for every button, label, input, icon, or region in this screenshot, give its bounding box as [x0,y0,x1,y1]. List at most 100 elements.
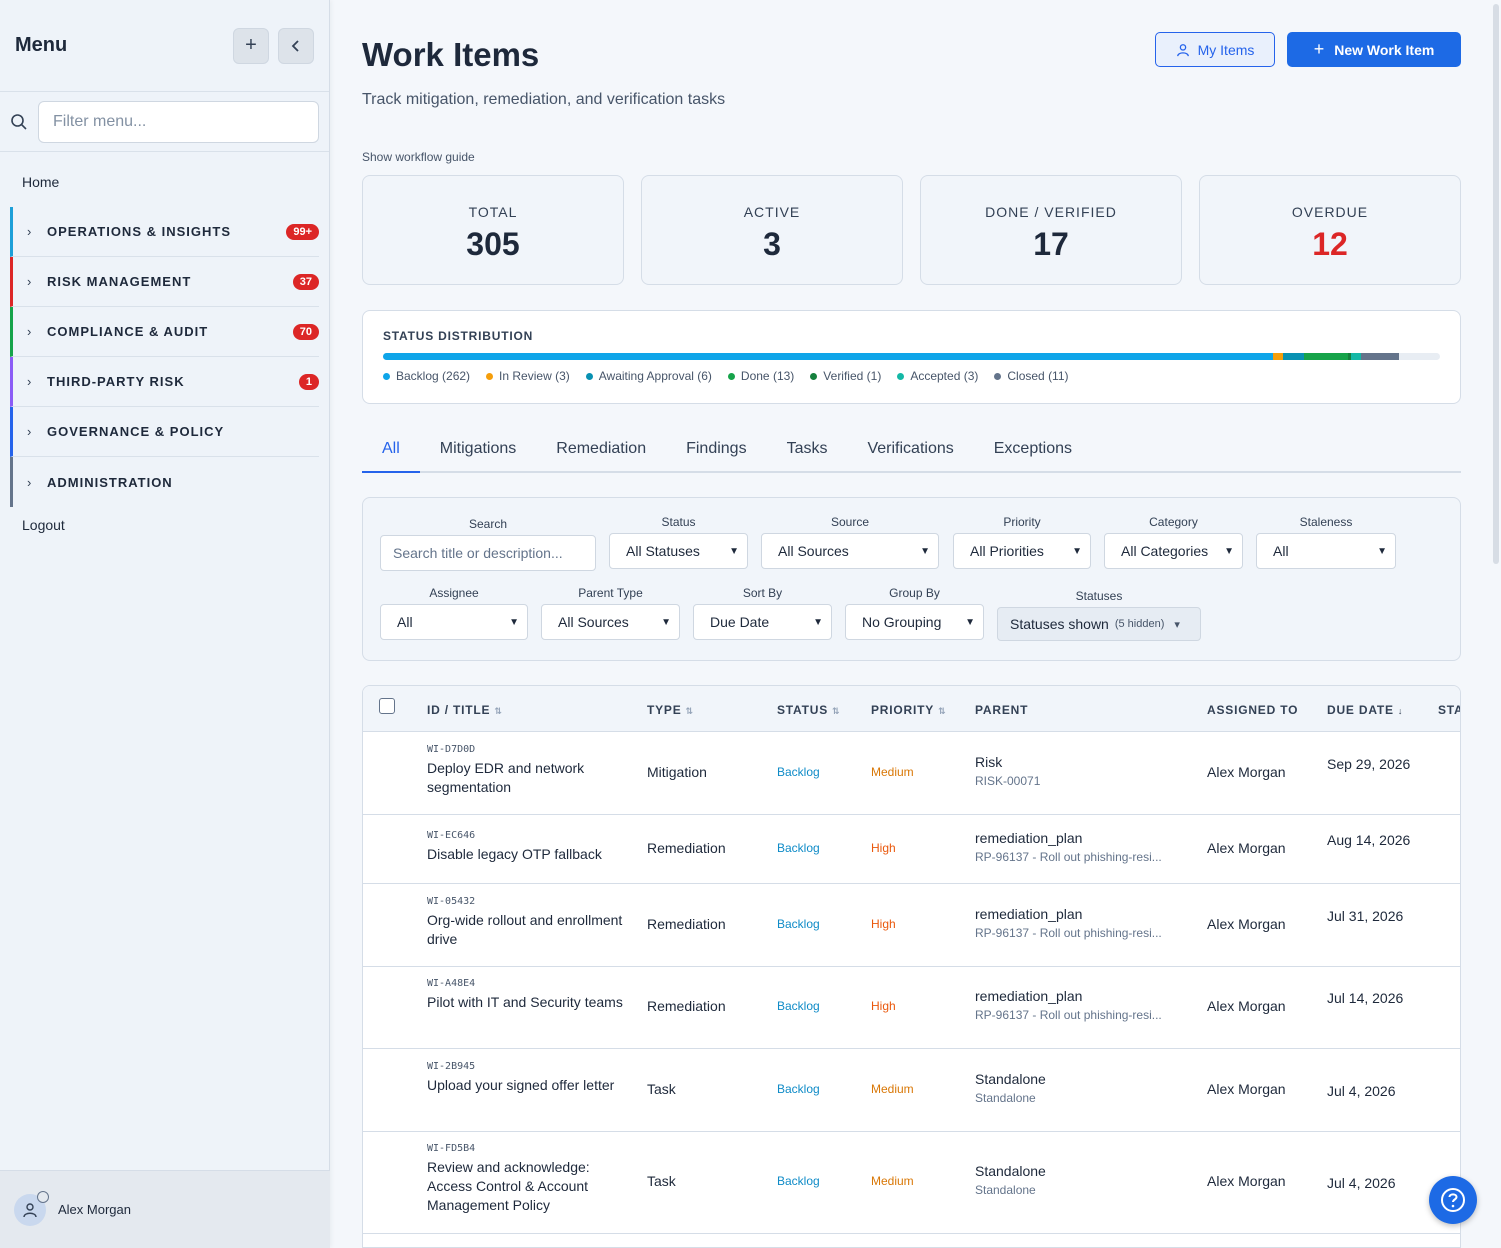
filter-menu-input[interactable] [38,100,319,143]
collapse-sidebar-button[interactable] [278,27,314,64]
sidebar-section-governance[interactable]: › GOVERNANCE & POLICY [10,407,319,457]
table-row[interactable]: WI-EC646 Disable legacy OTP fallback Remed… [363,815,1460,884]
chevron-down-icon: ▼ [729,545,739,557]
parent-reference: RP-96137 - Roll out phishing-resi... [975,1008,1162,1022]
column-label: TYPE [647,703,682,717]
table-row[interactable]: WI-D7D0D Deploy EDR and network segmentat… [363,732,1460,815]
my-items-button[interactable]: My Items [1155,32,1275,67]
chevron-down-icon: ▼ [509,616,519,628]
distribution-segment [1283,353,1304,360]
priority-select[interactable]: All Priorities ▼ [953,533,1091,569]
tab-exceptions[interactable]: Exceptions [974,430,1092,473]
scrollbar-thumb[interactable] [1493,4,1499,564]
sidebar-section-risk[interactable]: › RISK MANAGEMENT 37 [10,257,319,307]
status-select[interactable]: All Statuses ▼ [609,533,748,569]
work-item-title[interactable]: Disable legacy OTP fallback [427,845,627,864]
filter-group: Group By No Grouping ▼ [845,586,984,640]
id-title-cell[interactable]: WI-A48E4 Pilot with IT and Security teams [427,978,627,1012]
user-profile[interactable]: Alex Morgan [0,1170,330,1248]
id-title-cell[interactable]: WI-EC646 Disable legacy OTP fallback [427,830,627,864]
category-select[interactable]: All Categories ▼ [1104,533,1243,569]
statuses-shown-label: Statuses shown [1010,616,1109,632]
due-date-cell: Jul 14, 2026 [1327,990,1404,1006]
parent-type-select[interactable]: All Sources ▼ [541,604,680,640]
assignee-select[interactable]: All ▼ [380,604,528,640]
chevron-down-icon: ▼ [965,616,975,628]
work-item-title[interactable]: Review and acknowledge: Access Control &… [427,1158,627,1215]
parent-cell[interactable]: remediation_plan RP-96137 - Roll out phis… [975,830,1162,864]
group-select[interactable]: No Grouping ▼ [845,604,984,640]
column-due-date[interactable]: DUE DATE ↓ [1327,703,1403,717]
column-type[interactable]: TYPE ⇅ [647,703,694,717]
id-title-cell[interactable]: WI-2B945 Upload your signed offer letter [427,1061,627,1095]
filter-label: Sort By [742,586,783,600]
work-item-title[interactable]: Pilot with IT and Security teams [427,993,627,1012]
avatar [14,1190,49,1226]
staleness-select[interactable]: All ▼ [1256,533,1396,569]
work-item-title[interactable]: Deploy EDR and network segmentation [427,759,627,797]
select-value: All Categories [1121,543,1209,559]
tab-tasks[interactable]: Tasks [767,430,848,473]
id-title-cell[interactable]: WI-05432 Org-wide rollout and enrollment … [427,896,627,949]
column-status[interactable]: STATUS ⇅ [777,703,840,717]
id-title-cell[interactable]: WI-D7D0D Deploy EDR and network segmentat… [427,744,627,797]
work-item-title[interactable]: Upload your signed offer letter [427,1076,627,1095]
sidebar-item-home[interactable]: Home [0,152,329,207]
source-select[interactable]: All Sources ▼ [761,533,939,569]
due-date-cell: Jul 31, 2026 [1327,908,1404,924]
column-parent[interactable]: PARENT [975,703,1028,717]
sidebar-section-administration[interactable]: › ADMINISTRATION [10,457,319,507]
parent-reference: RP-96137 - Roll out phishing-resi... [975,850,1162,864]
work-item-id: WI-A48E4 [427,978,476,989]
select-all-checkbox[interactable] [379,698,395,714]
tab-mitigations[interactable]: Mitigations [420,430,536,473]
help-button[interactable] [1429,1176,1477,1224]
tab-verifications[interactable]: Verifications [847,430,973,473]
distribution-title: STATUS DISTRIBUTION [383,329,534,343]
parent-cell[interactable]: remediation_plan RP-96137 - Roll out phis… [975,988,1162,1022]
column-sta[interactable]: STA [1438,703,1460,717]
stat-label: OVERDUE [1291,204,1369,220]
statuses-shown-dropdown[interactable]: Statuses shown (5 hidden) ▾ [997,607,1201,641]
legend-dot-icon [585,372,593,380]
chevron-left-icon [291,39,299,52]
parent-cell[interactable]: remediation_plan RP-96137 - Roll out phis… [975,906,1162,940]
page-scrollbar[interactable] [1491,0,1501,1248]
priority-badge: High [871,999,896,1013]
count-badge: 70 [292,323,319,340]
sidebar-section-label: GOVERNANCE & POLICY [47,424,225,439]
table-row[interactable]: WI-FD5B4 Review and acknowledge: Access C… [363,1132,1460,1234]
sidebar-item-logout[interactable]: Logout [0,507,329,543]
column-priority[interactable]: PRIORITY ⇅ [871,703,946,717]
parent-cell[interactable]: Risk RISK-00071 [975,754,1040,788]
workflow-guide-toggle[interactable]: Show workflow guide [362,150,475,164]
parent-cell[interactable]: Standalone Standalone [975,1163,1046,1197]
sidebar-section-compliance[interactable]: › COMPLIANCE & AUDIT 70 [10,307,319,357]
sidebar-section-third-party[interactable]: › THIRD-PARTY RISK 1 [10,357,319,407]
sidebar-section-operations[interactable]: › OPERATIONS & INSIGHTS 99+ [10,207,319,257]
table-row[interactable]: WI-2B945 Upload your signed offer letter T… [363,1049,1460,1132]
column-assigned[interactable]: ASSIGNED TO [1207,703,1298,717]
id-title-cell[interactable]: WI-FD5B4 Review and acknowledge: Access C… [427,1143,627,1215]
column-id-title[interactable]: ID / TITLE ⇅ [427,703,503,717]
table-row[interactable]: WI-A48E4 Pilot with IT and Security teams… [363,967,1460,1049]
new-work-item-button[interactable]: + New Work Item [1287,32,1461,67]
type-cell: Task [647,1173,676,1189]
due-date-cell: Jul 4, 2026 [1327,1175,1396,1191]
search-input[interactable] [380,535,596,571]
stat-card-total: TOTAL 305 [362,175,624,285]
tab-remediation[interactable]: Remediation [536,430,666,473]
tab-all[interactable]: All [362,430,420,473]
sidebar-title: Menu [15,34,68,56]
parent-cell[interactable]: Standalone Standalone [975,1071,1046,1105]
work-item-title[interactable]: Org-wide rollout and enrollment drive [427,911,627,949]
page-subtitle: Track mitigation, remediation, and verif… [362,91,726,108]
sort-select[interactable]: Due Date ▼ [693,604,832,640]
chevron-right-icon: › [27,224,32,239]
legend-dot-icon [810,372,818,380]
legend-dot-icon [383,372,390,380]
sort-icon: ⇅ [494,706,503,716]
table-row[interactable]: WI-05432 Org-wide rollout and enrollment … [363,884,1460,967]
add-menu-button[interactable]: + [233,27,269,64]
tab-findings[interactable]: Findings [666,430,766,473]
